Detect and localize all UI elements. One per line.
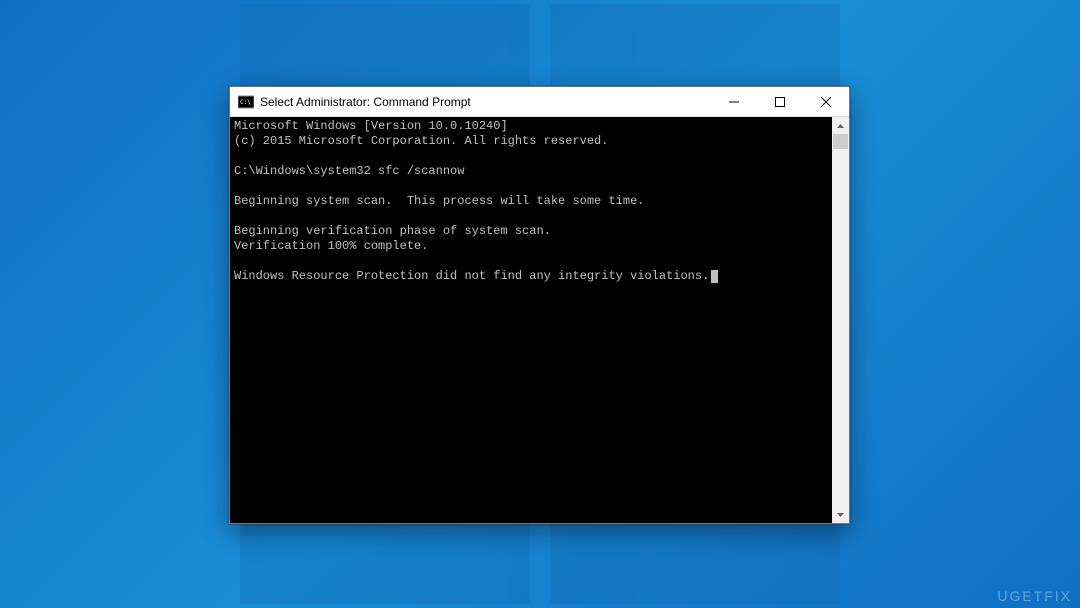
console-line: Windows Resource Protection did not find…	[234, 269, 828, 284]
scroll-thumb[interactable]	[833, 134, 848, 149]
console-line: (c) 2015 Microsoft Corporation. All righ…	[234, 134, 828, 149]
cmd-icon: C:\	[238, 94, 254, 110]
window-title: Select Administrator: Command Prompt	[260, 95, 711, 109]
window-controls	[711, 87, 849, 116]
vertical-scrollbar[interactable]	[832, 117, 849, 523]
scroll-up-arrow[interactable]	[832, 117, 849, 134]
console-line: C:\Windows\system32 sfc /scannow	[234, 164, 828, 179]
console-output[interactable]: Microsoft Windows [Version 10.0.10240](c…	[230, 117, 832, 523]
console-line	[234, 254, 828, 269]
console-line: Microsoft Windows [Version 10.0.10240]	[234, 119, 828, 134]
console-line: Verification 100% complete.	[234, 239, 828, 254]
text-cursor	[711, 270, 718, 283]
scroll-track[interactable]	[832, 134, 849, 506]
watermark: UGETFIX	[997, 588, 1072, 604]
console-line	[234, 149, 828, 164]
console-line	[234, 179, 828, 194]
titlebar[interactable]: C:\ Select Administrator: Command Prompt	[230, 87, 849, 117]
console-area: Microsoft Windows [Version 10.0.10240](c…	[230, 117, 849, 523]
console-line: Beginning system scan. This process will…	[234, 194, 828, 209]
console-line: Beginning verification phase of system s…	[234, 224, 828, 239]
close-button[interactable]	[803, 87, 849, 116]
command-prompt-window[interactable]: C:\ Select Administrator: Command Prompt…	[229, 86, 850, 524]
scroll-down-arrow[interactable]	[832, 506, 849, 523]
minimize-button[interactable]	[711, 87, 757, 116]
svg-text:C:\: C:\	[240, 99, 251, 106]
console-line	[234, 209, 828, 224]
maximize-button[interactable]	[757, 87, 803, 116]
